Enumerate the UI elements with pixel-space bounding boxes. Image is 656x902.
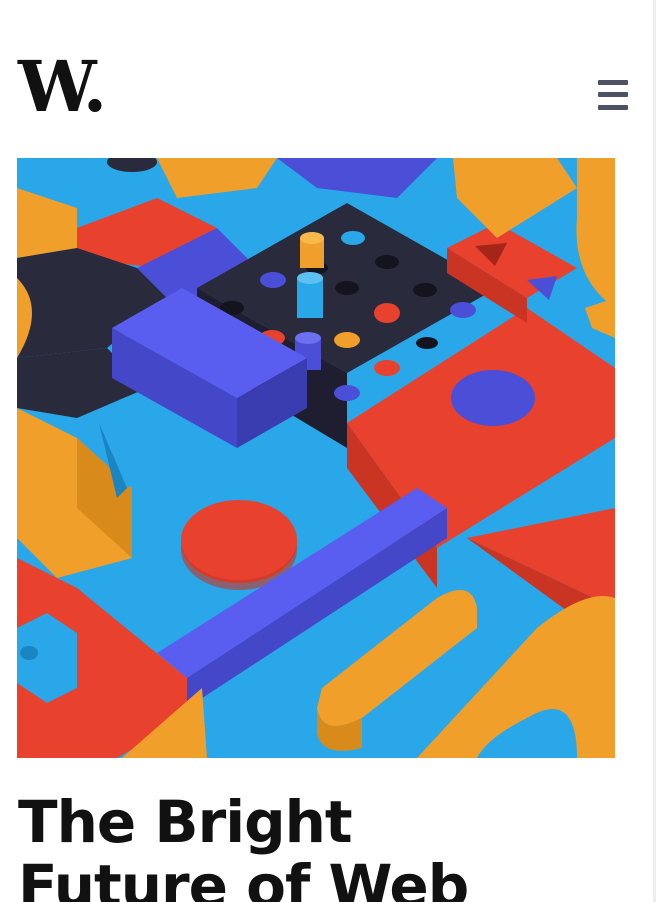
- hamburger-menu-button[interactable]: [596, 78, 630, 112]
- article-title-line-1: The Bright: [18, 788, 353, 856]
- article-title-line-2: Future of Web: [18, 852, 469, 902]
- hero-image: [17, 158, 615, 758]
- site-logo[interactable]: W.: [18, 52, 107, 122]
- hero-illustration: [17, 158, 615, 758]
- article-title[interactable]: The Bright Future of Web: [18, 790, 478, 902]
- page: W. The Bright Future of Web: [0, 0, 656, 902]
